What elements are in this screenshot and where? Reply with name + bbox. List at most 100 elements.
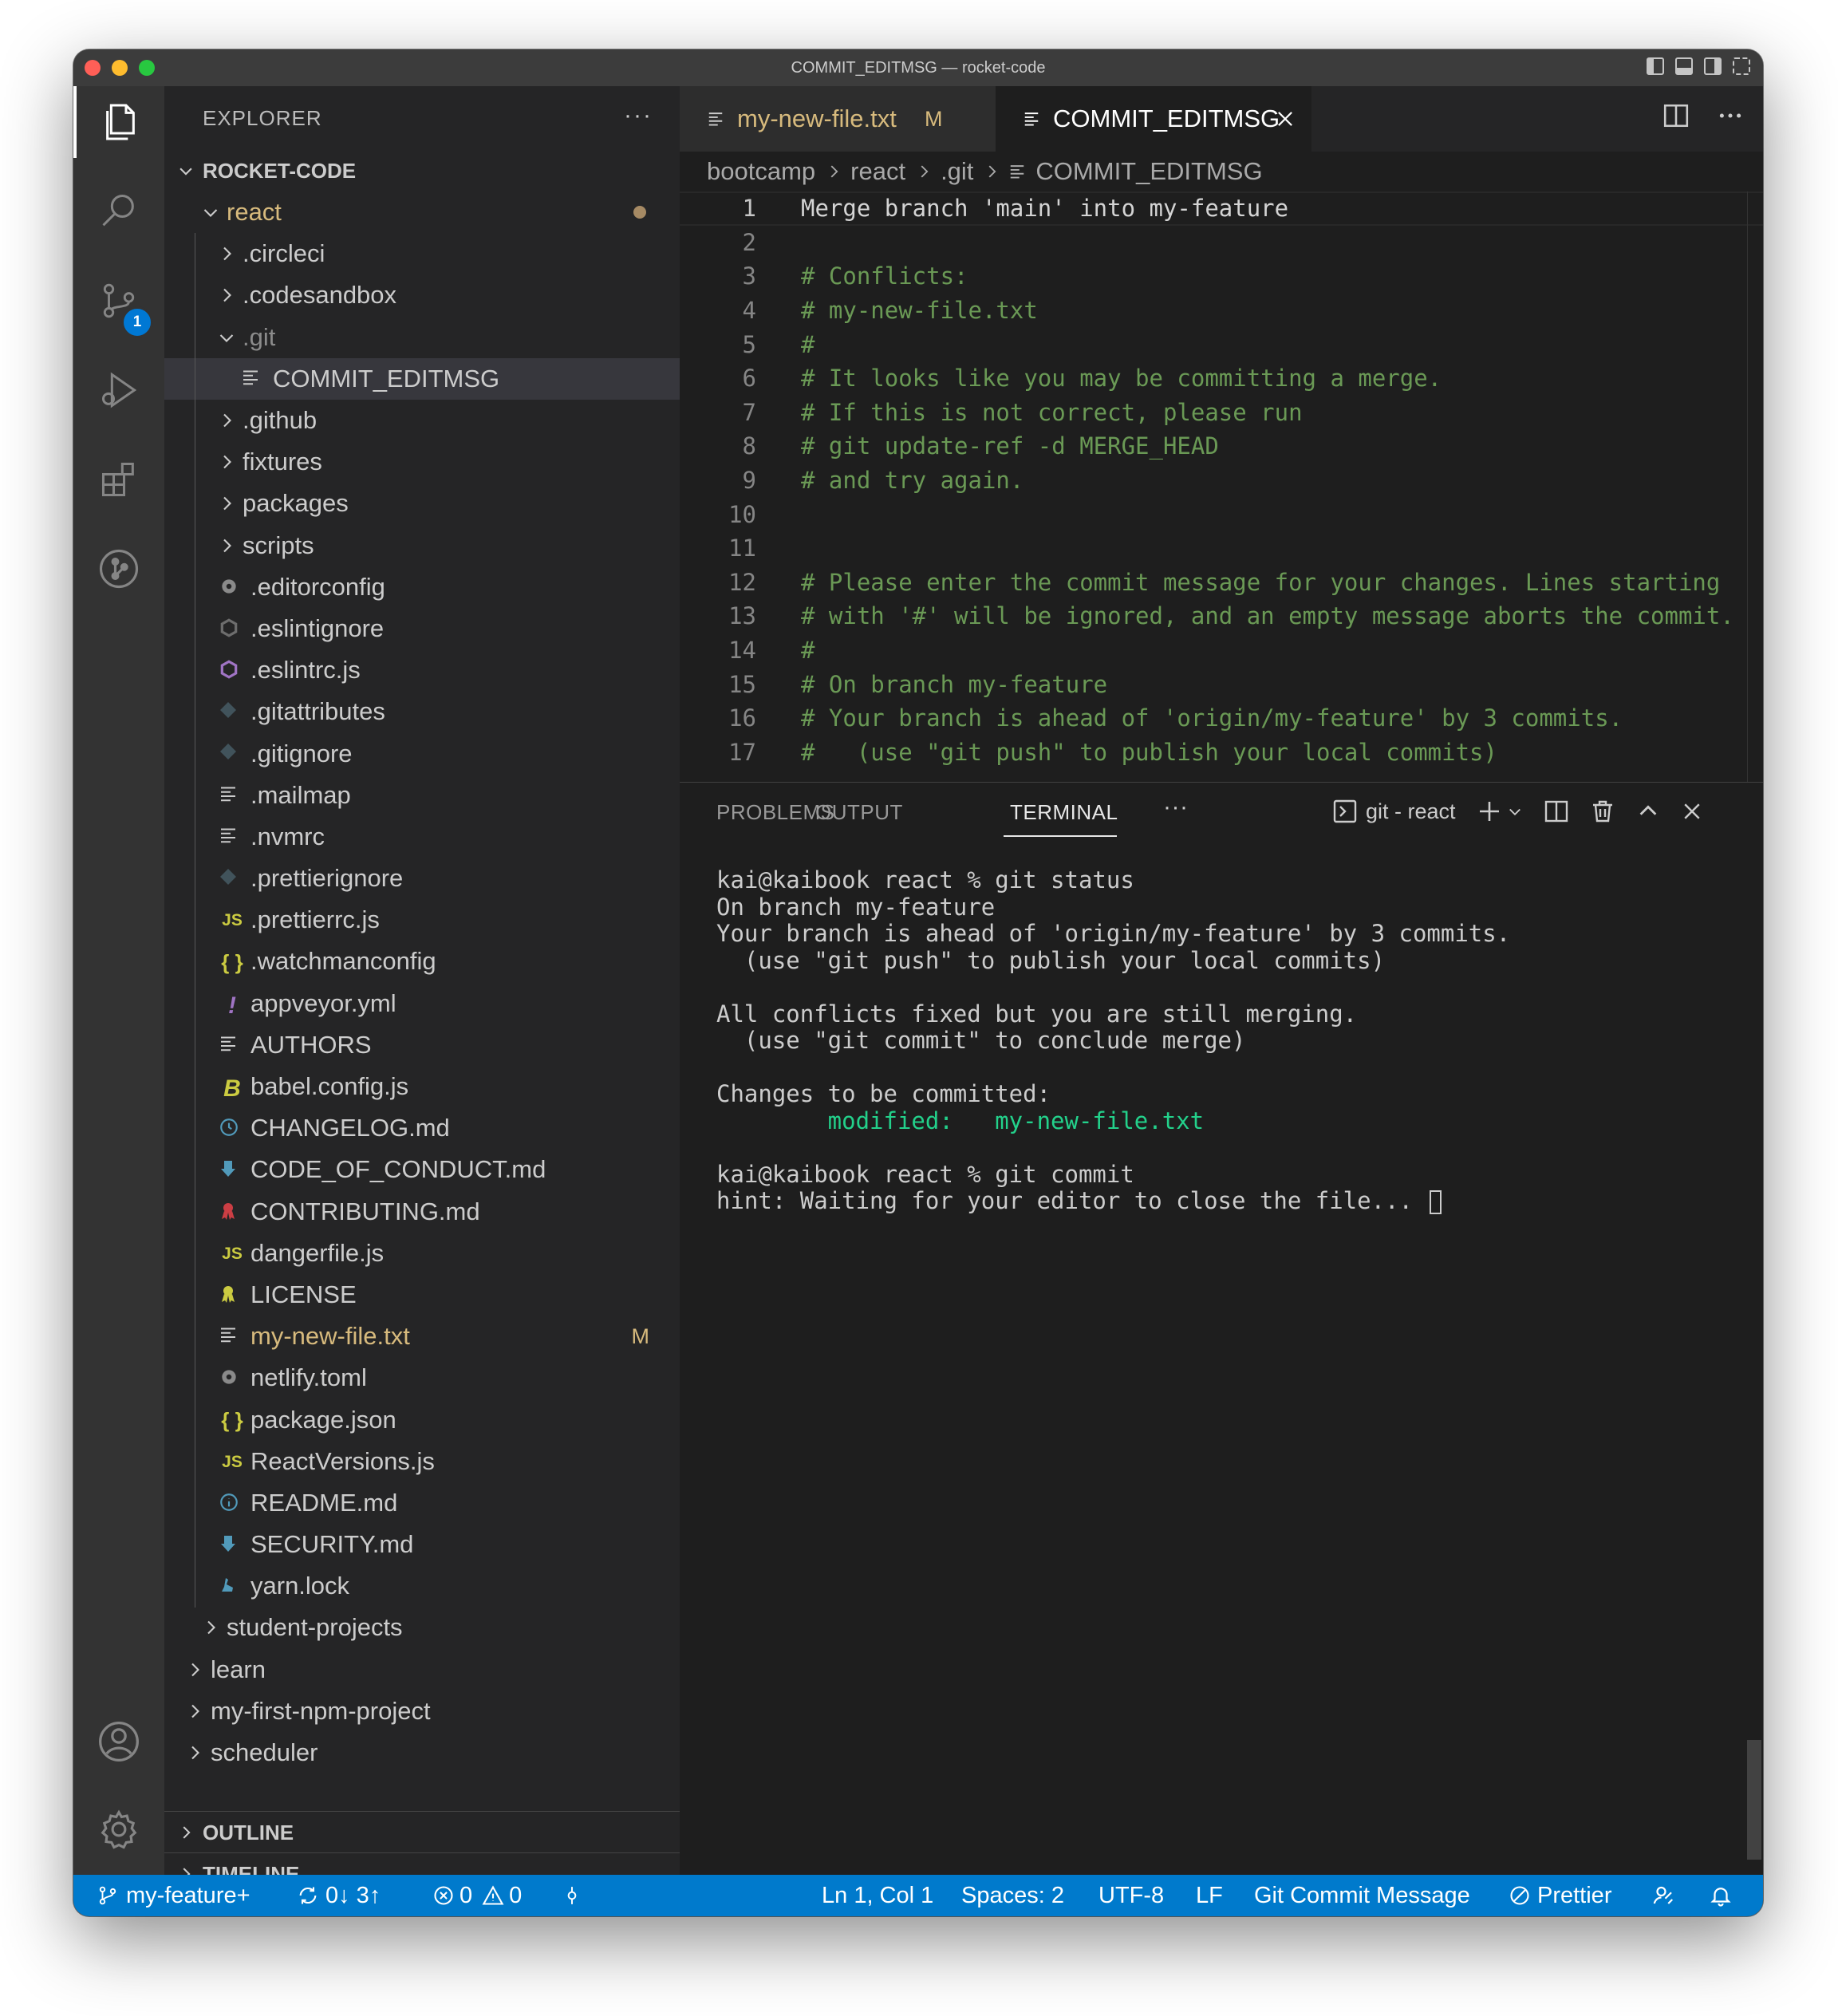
tree-folder[interactable]: .github <box>164 400 680 441</box>
tree-file[interactable]: COMMIT_EDITMSG <box>164 357 680 400</box>
maximize-panel-icon[interactable] <box>1636 799 1660 823</box>
feedback-icon[interactable] <box>1651 1875 1675 1916</box>
breadcrumb-item[interactable]: bootcamp <box>707 157 815 186</box>
split-terminal-icon[interactable] <box>1544 799 1569 824</box>
tree-file[interactable]: ! appveyor.yml <box>164 983 680 1024</box>
tree-folder[interactable]: fixtures <box>164 441 680 483</box>
tree-file[interactable]: .eslintignore <box>164 608 680 649</box>
toggle-panel-icon[interactable] <box>1675 57 1693 75</box>
extensions-icon[interactable] <box>73 444 164 515</box>
chevron-right-icon <box>984 163 999 180</box>
code-line: 9 # and try again. <box>680 464 1763 498</box>
chevron-right-icon <box>185 1743 204 1762</box>
settings-gear-icon[interactable] <box>73 1793 164 1865</box>
tree-file[interactable]: JS .prettierrc.js <box>164 899 680 941</box>
breadcrumb-item[interactable]: COMMIT_EDITMSG <box>1035 157 1262 186</box>
tree-item-label: student-projects <box>227 1613 403 1642</box>
tree-file[interactable]: Bbabel.config.js <box>164 1066 680 1107</box>
new-terminal-icon[interactable] <box>1477 799 1502 824</box>
notifications-bell-icon[interactable] <box>1709 1875 1733 1916</box>
explorer-more-actions-icon[interactable]: ··· <box>624 102 653 129</box>
tree-folder[interactable]: learn <box>164 1649 680 1691</box>
tree-folder[interactable]: .circleci <box>164 233 680 274</box>
terminal-output[interactable]: kai@kaibook react % git status On branch … <box>716 866 1510 1215</box>
source-control-icon[interactable]: 1 <box>73 265 164 338</box>
status-branch[interactable]: my-feature+ <box>97 1875 250 1916</box>
tree-file[interactable]: LICENSE <box>164 1274 680 1316</box>
status-sync[interactable]: 0↓ 3↑ <box>297 1875 381 1916</box>
tree-folder[interactable]: scripts <box>164 525 680 566</box>
customize-layout-icon[interactable] <box>1733 57 1750 75</box>
tree-file[interactable]: JS dangerfile.js <box>164 1233 680 1274</box>
editor-scrollbar[interactable] <box>1747 191 1763 782</box>
tree-file[interactable]: { } package.json <box>164 1399 680 1440</box>
outline-section[interactable]: OUTLINE <box>164 1811 680 1853</box>
run-debug-icon[interactable] <box>73 354 164 426</box>
tree-file[interactable]: .mailmap <box>164 775 680 816</box>
tree-file[interactable]: JS ReactVersions.js <box>164 1441 680 1482</box>
tree-folder[interactable]: packages <box>164 483 680 524</box>
yarn-icon <box>219 1575 246 1596</box>
tab-terminal[interactable]: TERMINAL <box>1010 800 1118 825</box>
toggle-secondary-sidebar-icon[interactable] <box>1704 57 1722 75</box>
tree-file[interactable]: .gitignore <box>164 732 680 774</box>
status-problems[interactable]: 0 0 <box>432 1875 522 1916</box>
breadcrumb-item[interactable]: react <box>850 157 905 186</box>
tree-file[interactable]: { } .watchmanconfig <box>164 941 680 982</box>
status-git-lens[interactable] <box>562 1875 582 1916</box>
tree-file[interactable]: AUTHORS <box>164 1024 680 1066</box>
status-indentation[interactable]: Spaces: 2 <box>961 1875 1064 1916</box>
tree-folder[interactable]: scheduler <box>164 1732 680 1773</box>
tree-item-label: .circleci <box>243 239 325 268</box>
trash-icon[interactable] <box>1590 799 1615 824</box>
close-window-button[interactable] <box>85 60 101 76</box>
tree-file[interactable]: SECURITY.md <box>164 1524 680 1565</box>
status-encoding[interactable]: UTF-8 <box>1098 1875 1164 1916</box>
panel-more-icon[interactable]: ··· <box>1163 794 1188 821</box>
terminal-name[interactable]: git - react <box>1366 799 1456 824</box>
tab-commit-editmsg[interactable]: COMMIT_EDITMSG <box>996 86 1311 152</box>
chevron-down-icon[interactable] <box>1507 803 1523 819</box>
tab-my-new-file[interactable]: my-new-file.txt M <box>680 86 996 152</box>
tree-folder[interactable]: .codesandbox <box>164 274 680 316</box>
tree-item-label: .prettierignore <box>250 864 404 893</box>
status-cursor-position[interactable]: Ln 1, Col 1 <box>822 1875 933 1916</box>
search-icon[interactable] <box>73 176 164 247</box>
toggle-primary-sidebar-icon[interactable] <box>1647 57 1664 75</box>
accounts-icon[interactable] <box>73 1706 164 1777</box>
split-editor-icon[interactable] <box>1662 102 1690 129</box>
tree-file[interactable]: README.md <box>164 1482 680 1524</box>
tree-file[interactable]: .eslintrc.js <box>164 649 680 691</box>
tree-file[interactable]: yarn.lock <box>164 1565 680 1607</box>
tree-file[interactable]: .editorconfig <box>164 566 680 608</box>
git-graph-icon[interactable] <box>73 533 164 605</box>
status-language[interactable]: Git Commit Message <box>1254 1875 1470 1916</box>
tree-folder[interactable]: .git <box>164 317 680 358</box>
explorer-icon[interactable] <box>73 86 164 158</box>
tree-folder[interactable]: student-projects <box>164 1607 680 1648</box>
close-tab-icon[interactable] <box>1275 108 1296 129</box>
terminal-line: kai@kaibook react % git status <box>716 866 1134 894</box>
breadcrumb-item[interactable]: .git <box>941 157 973 186</box>
tree-file[interactable]: my-new-file.txt M <box>164 1316 680 1357</box>
code-editor[interactable]: 1 Merge branch 'main' into my-feature 2 3 # … <box>680 191 1763 782</box>
tree-folder[interactable]: react <box>164 191 680 233</box>
tree-file[interactable]: .gitattributes <box>164 691 680 732</box>
tree-file[interactable]: .prettierignore <box>164 858 680 899</box>
tree-file[interactable]: CHANGELOG.md <box>164 1107 680 1149</box>
minimize-window-button[interactable] <box>112 60 128 76</box>
tree-file[interactable]: CODE_OF_CONDUCT.md <box>164 1149 680 1190</box>
tree-file[interactable]: CONTRIBUTING.md <box>164 1191 680 1233</box>
tree-folder[interactable]: my-first-npm-project <box>164 1691 680 1732</box>
status-prettier[interactable]: Prettier <box>1509 1875 1611 1916</box>
terminal-scrollbar[interactable] <box>1747 1740 1761 1860</box>
editor-more-actions-icon[interactable] <box>1717 102 1744 129</box>
zoom-window-button[interactable] <box>139 60 155 76</box>
status-eol[interactable]: LF <box>1196 1875 1223 1916</box>
chevron-right-icon <box>217 536 236 555</box>
tree-file[interactable]: .nvmrc <box>164 816 680 858</box>
root-folder-header[interactable]: ROCKET-CODE <box>164 150 680 191</box>
tree-file[interactable]: netlify.toml <box>164 1357 680 1399</box>
tab-output[interactable]: OUTPUT <box>815 800 903 825</box>
close-panel-icon[interactable] <box>1681 800 1703 823</box>
